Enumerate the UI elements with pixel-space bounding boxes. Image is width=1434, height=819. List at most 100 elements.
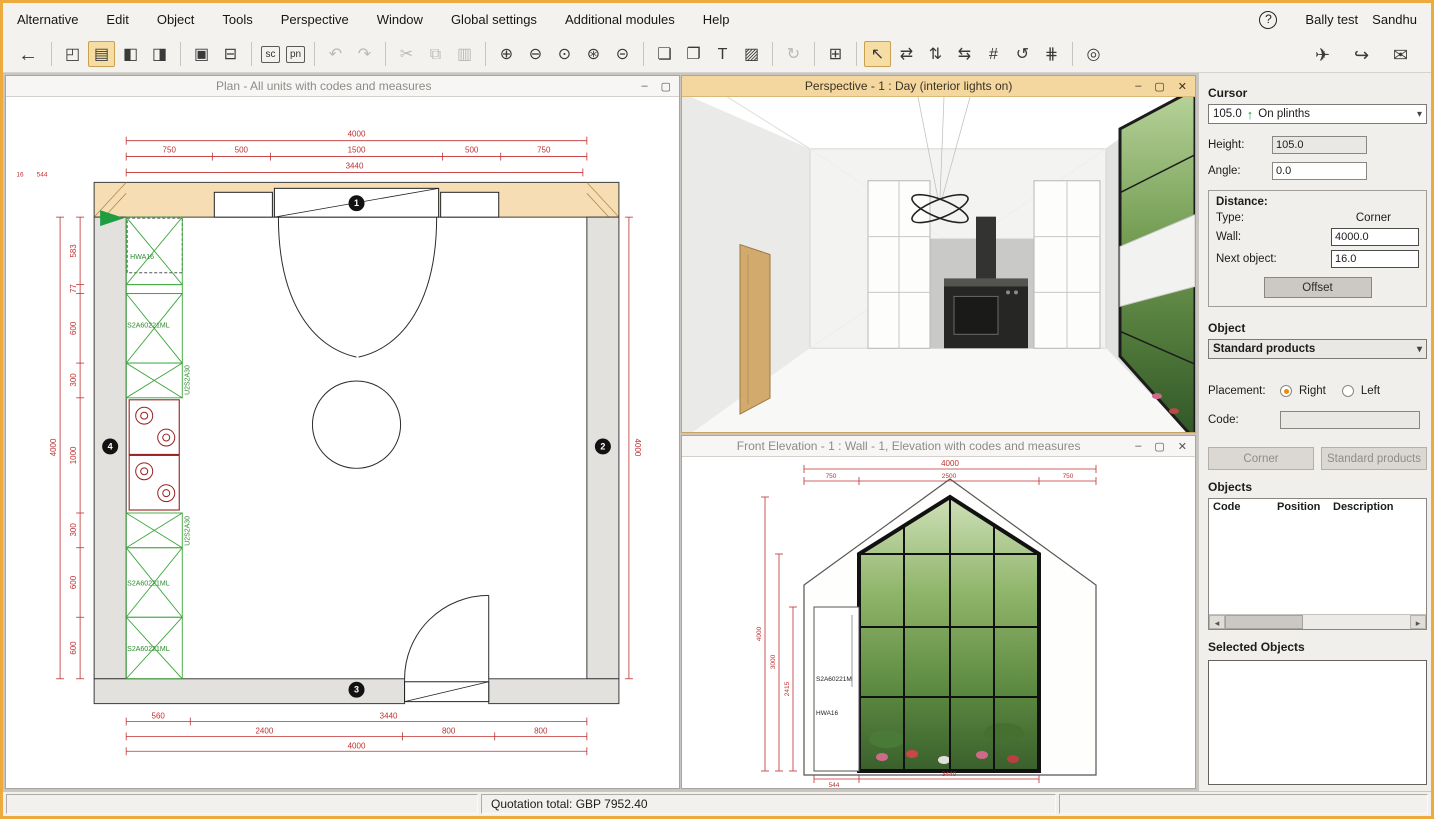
objects-table[interactable]: Code Position Description ◂ ▸ — [1208, 498, 1427, 630]
elevation-canvas[interactable]: S2A60221M HWA16 4000 750 2500 750 — [682, 457, 1195, 788]
plan-hob-units[interactable] — [129, 400, 179, 510]
rotate-button[interactable]: ↺ — [1009, 41, 1036, 67]
menu-window[interactable]: Window — [363, 3, 437, 36]
placement-label: Placement: — [1208, 385, 1280, 397]
scrollbar-thumb[interactable] — [1225, 615, 1303, 629]
plan-view-button[interactable]: ◰ — [59, 41, 86, 67]
minimize-icon[interactable]: – — [1135, 440, 1141, 453]
render-button[interactable]: ◎ — [1080, 41, 1107, 67]
svg-text:2415: 2415 — [784, 681, 791, 696]
select-button[interactable]: ↖ — [864, 41, 891, 67]
svg-text:4000: 4000 — [756, 626, 763, 641]
menu-tools[interactable]: Tools — [208, 3, 266, 36]
plan-table[interactable] — [312, 381, 400, 468]
menu-additional-modules[interactable]: Additional modules — [551, 3, 689, 36]
close-icon[interactable]: ✕ — [1178, 80, 1187, 93]
maximize-icon[interactable]: ▢ — [1154, 80, 1164, 93]
snap-grid-button[interactable]: # — [980, 41, 1007, 67]
perspective-canvas[interactable] — [682, 97, 1195, 432]
distance-title: Distance: — [1216, 196, 1419, 208]
plan-titlebar[interactable]: Plan - All units with codes and measures… — [6, 76, 679, 97]
toolbar-separator — [856, 42, 857, 66]
zoom-previous-button[interactable]: ⊝ — [609, 41, 636, 67]
minimize-icon[interactable]: – — [641, 80, 647, 93]
zoom-window-button[interactable]: ⊙ — [551, 41, 578, 67]
save-button[interactable]: ▣ — [188, 41, 215, 67]
send-button[interactable]: ✈ — [1309, 41, 1336, 67]
svg-text:800: 800 — [534, 726, 548, 735]
zoom-out-button[interactable]: ⊖ — [522, 41, 549, 67]
chevron-down-icon: ▾ — [1417, 109, 1422, 120]
perspective-titlebar[interactable]: Perspective - 1 : Day (interior lights o… — [682, 76, 1195, 97]
toolbar-separator — [1072, 42, 1073, 66]
plinth-combo[interactable]: 105.0 ↑ On plinths ▾ — [1208, 104, 1427, 124]
zoom-in-button[interactable]: ⊕ — [493, 41, 520, 67]
maximize-icon[interactable]: ▢ — [1154, 440, 1164, 453]
scroll-left-icon[interactable]: ◂ — [1209, 615, 1225, 629]
menu-help[interactable]: Help — [689, 3, 744, 36]
workspace: Plan - All units with codes and measures… — [3, 73, 1431, 791]
comment-button[interactable]: ❐ — [680, 41, 707, 67]
sc-button[interactable]: sc — [261, 46, 280, 63]
plan-canvas[interactable]: 4000 750 500 1500 500 750 3440 16 544 — [6, 97, 679, 788]
swap-objects-button[interactable]: ⇆ — [951, 41, 978, 67]
print-button[interactable]: ⊟ — [217, 41, 244, 67]
placement-right-radio[interactable] — [1280, 385, 1292, 397]
move-object-button[interactable]: ⇄ — [893, 41, 920, 67]
objects-table-scrollbar[interactable]: ◂ ▸ — [1209, 614, 1426, 629]
selected-objects-box[interactable] — [1208, 660, 1427, 785]
kitchen-design-app: AlternativeEditObjectToolsPerspectiveWin… — [0, 0, 1434, 819]
email-button[interactable]: ✉ — [1387, 41, 1414, 67]
note-button[interactable]: ❏ — [651, 41, 678, 67]
text-button[interactable]: T — [709, 41, 736, 67]
refresh-button: ↻ — [780, 41, 807, 67]
corner-button[interactable]: Corner — [1208, 447, 1314, 470]
svg-text:1500: 1500 — [348, 146, 366, 155]
quotation-total: Quotation total: GBP 7952.40 — [481, 794, 1056, 814]
svg-text:77: 77 — [69, 284, 78, 293]
measures-view-button[interactable]: ◨ — [146, 41, 173, 67]
menu-object[interactable]: Object — [143, 3, 209, 36]
report-view-button[interactable]: ▤ — [88, 41, 115, 67]
distance-wall-field[interactable] — [1331, 228, 1419, 246]
zoom-all-button[interactable]: ⊛ — [580, 41, 607, 67]
calculator-button[interactable]: ⊞ — [822, 41, 849, 67]
main-toolbar: ←◰▤◧◨▣⊟scpn↶↷✂⧉▥⊕⊖⊙⊛⊝❏❐T▨↻⊞↖⇄⇅⇆#↺⋕◎ ✈↪✉ — [3, 36, 1431, 73]
height-field[interactable] — [1272, 136, 1367, 154]
perspective-title: Perspective - 1 : Day (interior lights o… — [682, 79, 1135, 93]
scrollbar-track[interactable] — [1225, 615, 1410, 629]
status-right-segment — [1059, 794, 1428, 814]
forward-button[interactable]: ↪ — [1348, 41, 1375, 67]
svg-text:4000: 4000 — [49, 438, 58, 456]
menu-edit[interactable]: Edit — [92, 3, 142, 36]
toolbar-separator — [251, 42, 252, 66]
parallel-measure-button[interactable]: ⋕ — [1038, 41, 1065, 67]
move-free-button[interactable]: ⇅ — [922, 41, 949, 67]
svg-text:600: 600 — [69, 641, 78, 655]
objects-table-body[interactable] — [1209, 515, 1426, 614]
object-type-combo[interactable]: Standard products ▾ — [1208, 339, 1427, 359]
angle-field[interactable] — [1272, 162, 1367, 180]
menu-global-settings[interactable]: Global settings — [437, 3, 551, 36]
elevation-drawing: S2A60221M HWA16 4000 750 2500 750 — [682, 457, 1195, 788]
code-field[interactable] — [1280, 411, 1420, 429]
report-chart-button[interactable]: ▨ — [738, 41, 765, 67]
offset-button[interactable]: Offset — [1264, 277, 1372, 298]
help-icon[interactable]: ? — [1259, 11, 1277, 29]
distance-next-field[interactable] — [1331, 250, 1419, 268]
maximize-icon[interactable]: ▢ — [661, 80, 671, 93]
pn-button[interactable]: pn — [286, 46, 305, 63]
menu-perspective[interactable]: Perspective — [267, 3, 363, 36]
standard-products-button[interactable]: Standard products — [1321, 447, 1427, 470]
distance-type-value: Corner — [1356, 212, 1419, 224]
svg-text:560: 560 — [152, 712, 166, 721]
quotation-text: Quotation total: GBP 7952.40 — [491, 797, 648, 811]
elevation-titlebar[interactable]: Front Elevation - 1 : Wall - 1, Elevatio… — [682, 436, 1195, 457]
menu-alternative[interactable]: Alternative — [3, 3, 92, 36]
back-button[interactable]: ← — [12, 41, 44, 67]
elevation-view-button[interactable]: ◧ — [117, 41, 144, 67]
placement-left-radio[interactable] — [1342, 385, 1354, 397]
scroll-right-icon[interactable]: ▸ — [1410, 615, 1426, 629]
close-icon[interactable]: ✕ — [1178, 440, 1187, 453]
minimize-icon[interactable]: – — [1135, 80, 1141, 93]
